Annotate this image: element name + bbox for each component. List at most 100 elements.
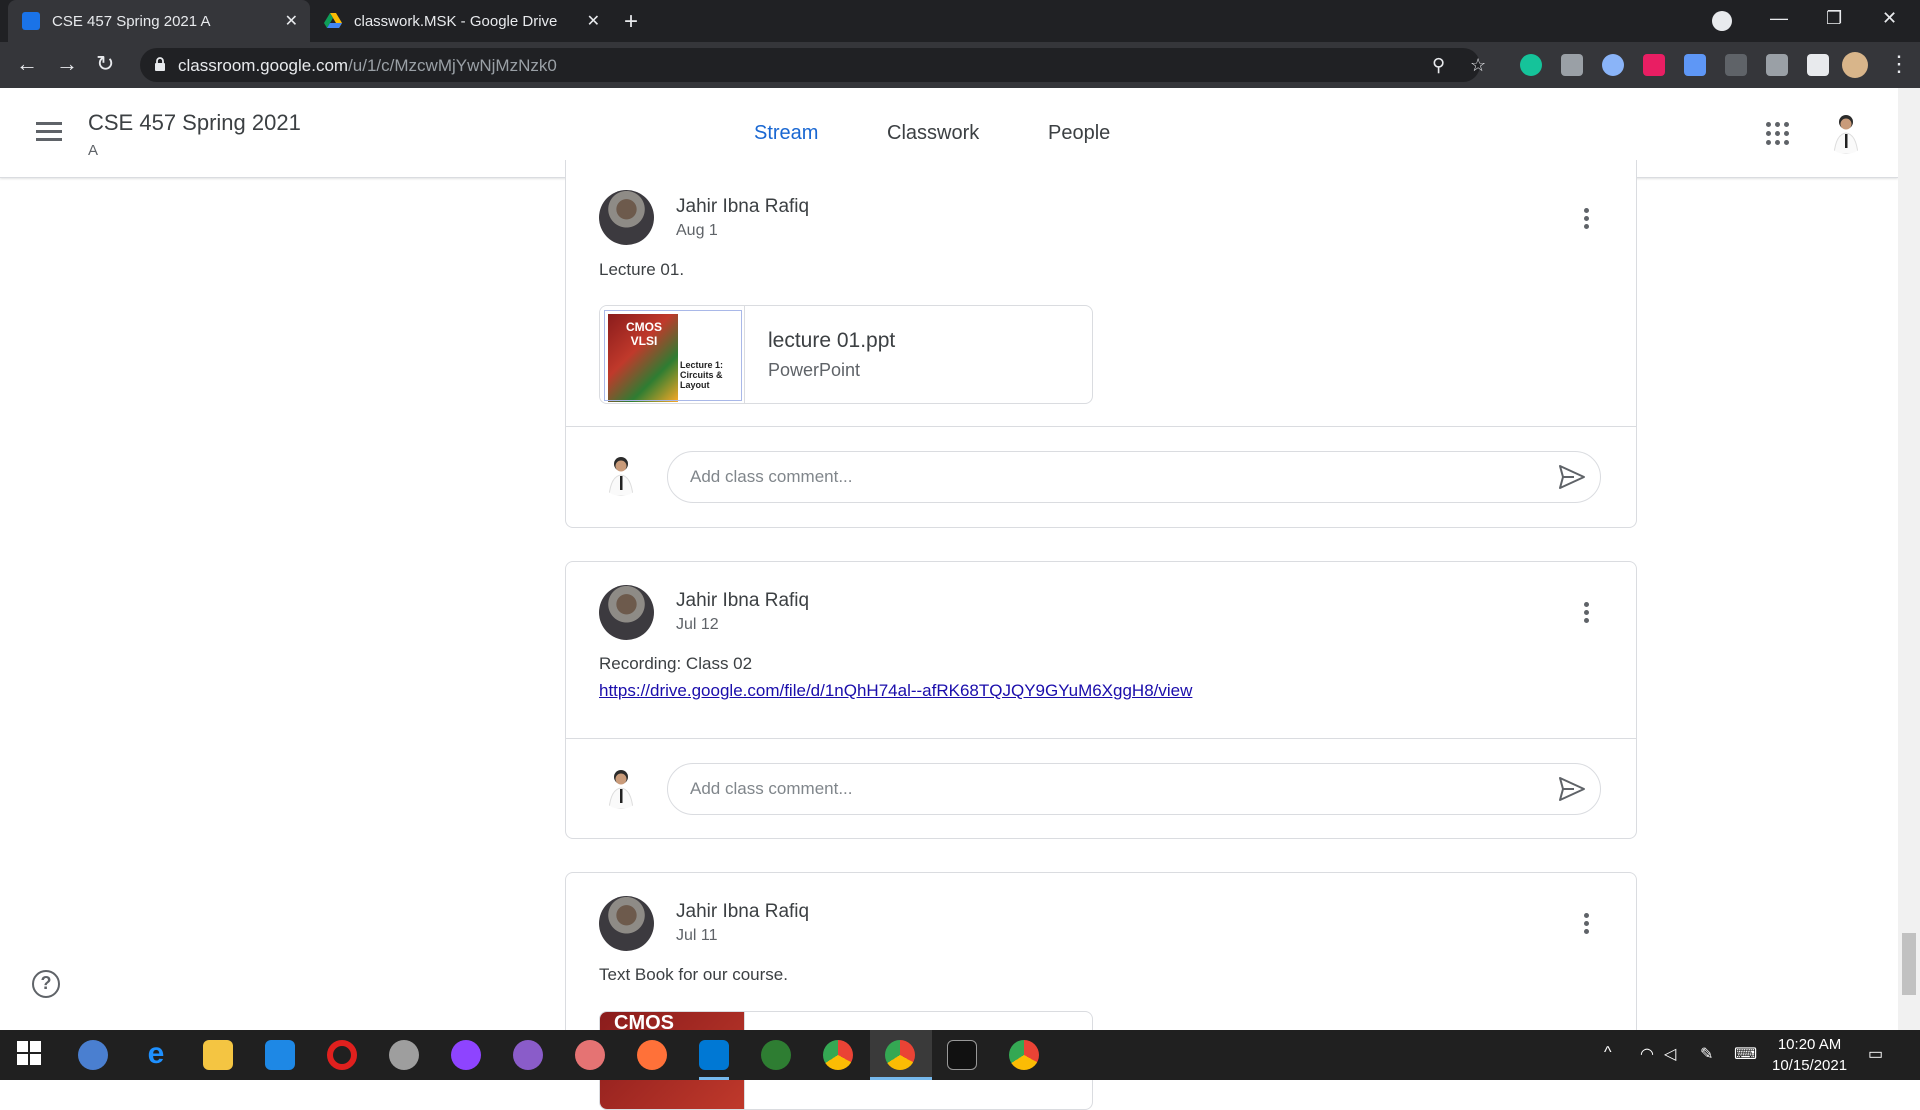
pen-icon[interactable]: ✎: [1700, 1044, 1713, 1064]
messenger-icon[interactable]: [451, 1040, 481, 1070]
zoom-icon[interactable]: ⚲: [1432, 55, 1445, 76]
close-tab-icon[interactable]: ✕: [285, 11, 298, 31]
commenter-avatar: [599, 765, 643, 809]
tab-title: classwork.MSK - Google Drive: [354, 12, 558, 30]
page-scrollbar[interactable]: [1898, 88, 1920, 1030]
terminal-icon[interactable]: [947, 1040, 977, 1070]
send-icon[interactable]: [1558, 776, 1586, 802]
screenshot-icon[interactable]: [1561, 54, 1583, 76]
windows-taskbar: e ^ ◠ ◁ ✎ ⌨ 10:20 AM 10/15/2021 ▭: [0, 1030, 1920, 1080]
download-extension-icon[interactable]: [1684, 54, 1706, 76]
url-host: classroom.google.com: [178, 56, 349, 75]
close-window-icon[interactable]: ✕: [1882, 8, 1897, 29]
extensions-puzzle-icon[interactable]: [1807, 54, 1829, 76]
chrome-icon[interactable]: [1009, 1040, 1039, 1070]
tab-stream[interactable]: Stream: [754, 122, 818, 145]
post-author: Jahir Ibna Rafiq: [676, 196, 810, 217]
clock-date: 10/15/2021: [1772, 1057, 1848, 1074]
post-link[interactable]: https://drive.google.com/file/d/1nQhH74a…: [599, 681, 1192, 701]
post-date: Jul 12: [676, 616, 719, 633]
volume-icon[interactable]: ◁: [1664, 1044, 1676, 1064]
more-options-icon[interactable]: [1584, 602, 1590, 626]
tab-people[interactable]: People: [1048, 122, 1110, 145]
windows-start-icon[interactable]: [16, 1040, 46, 1070]
post-author: Jahir Ibna Rafiq: [676, 590, 810, 611]
reload-icon[interactable]: ↻: [96, 53, 114, 75]
browser-menu-icon[interactable]: ⋮: [1888, 53, 1910, 75]
forward-icon[interactable]: →: [56, 53, 78, 75]
account-avatar[interactable]: [1824, 110, 1868, 154]
google-drive-icon: [324, 12, 342, 30]
post-author: Jahir Ibna Rafiq: [676, 901, 810, 922]
post-text: Recording: Class 02: [599, 654, 753, 673]
comment-placeholder: Add class comment...: [690, 779, 853, 798]
tab-classwork[interactable]: Classwork: [887, 122, 979, 145]
close-tab-icon[interactable]: ✕: [587, 11, 600, 31]
mail-icon[interactable]: [265, 1040, 295, 1070]
attachment-card[interactable]: CMOS VLSI Lecture 1: Circuits & Layout l…: [599, 305, 1093, 404]
back-icon[interactable]: ←: [16, 53, 38, 75]
address-bar[interactable]: classroom.google.com/u/1/c/MzcwMjYwNjMzN…: [140, 48, 1486, 82]
notifications-icon[interactable]: ▭: [1868, 1044, 1883, 1064]
keyboard-icon[interactable]: ⌨: [1734, 1044, 1757, 1064]
pen-extension-icon[interactable]: [1766, 54, 1788, 76]
thumb-frame: [604, 310, 742, 401]
app-icon[interactable]: [389, 1040, 419, 1070]
post-date: Aug 1: [676, 222, 718, 239]
author-avatar[interactable]: [599, 896, 654, 951]
tab-classroom[interactable]: CSE 457 Spring 2021 A ✕: [8, 0, 310, 42]
network-icon[interactable]: ◠: [1640, 1044, 1654, 1064]
restore-icon[interactable]: ❐: [1826, 8, 1842, 29]
help-icon[interactable]: ?: [32, 970, 60, 998]
course-title[interactable]: CSE 457 Spring 2021: [88, 110, 301, 136]
class-comment-input[interactable]: Add class comment...: [667, 451, 1601, 503]
chrome-icon[interactable]: [885, 1040, 915, 1070]
lock-icon: [155, 57, 165, 71]
tray-chevron-icon[interactable]: ^: [1604, 1044, 1612, 1062]
url-path: /u/1/c/MzcwMjYwNjMzNzk0: [348, 56, 557, 75]
new-tab-icon[interactable]: +: [624, 8, 638, 36]
qbittorrent-icon[interactable]: [78, 1040, 108, 1070]
author-avatar[interactable]: [599, 190, 654, 245]
app-icon[interactable]: [761, 1040, 791, 1070]
author-avatar[interactable]: [599, 585, 654, 640]
browser-toolbar: ← → ↻ classroom.google.com/u/1/c/MzcwMjY…: [0, 42, 1920, 88]
loop-extension-icon[interactable]: [1725, 54, 1747, 76]
post-card: Jahir Ibna Rafiq Jul 12 Recording: Class…: [565, 561, 1637, 839]
class-comment-input[interactable]: Add class comment...: [667, 763, 1601, 815]
edge-icon[interactable]: e: [141, 1039, 171, 1070]
extension-icon[interactable]: [1602, 54, 1624, 76]
minimize-icon[interactable]: —: [1770, 8, 1788, 29]
post-text: Lecture 01.: [599, 260, 685, 279]
scrollbar-thumb[interactable]: [1902, 933, 1916, 995]
post-card: Jahir Ibna Rafiq Aug 1 Lecture 01. CMOS …: [565, 160, 1637, 528]
play-extension-icon[interactable]: [1643, 54, 1665, 76]
profile-avatar-icon[interactable]: [1842, 52, 1868, 78]
github-icon[interactable]: [513, 1040, 543, 1070]
send-icon[interactable]: [1558, 464, 1586, 490]
bookmark-star-icon[interactable]: ☆: [1470, 55, 1486, 76]
divider: [566, 738, 1636, 739]
grammarly-icon[interactable]: [1520, 54, 1542, 76]
opera-icon[interactable]: [327, 1040, 357, 1070]
firefox-icon[interactable]: [637, 1040, 667, 1070]
chrome-icon[interactable]: [823, 1040, 853, 1070]
app-icon[interactable]: [575, 1040, 605, 1070]
browser-tabbar: CSE 457 Spring 2021 A ✕ classwork.MSK - …: [0, 0, 1920, 42]
more-options-icon[interactable]: [1584, 208, 1590, 232]
file-explorer-icon[interactable]: [203, 1040, 233, 1070]
attachment-title: lecture 01.ppt: [768, 329, 896, 352]
attachment-thumbnail: CMOS VLSI Lecture 1: Circuits & Layout: [600, 306, 745, 403]
system-clock[interactable]: 10:20 AM 10/15/2021: [1772, 1034, 1847, 1076]
url-text: classroom.google.com/u/1/c/MzcwMjYwNjMzN…: [178, 56, 557, 76]
main-menu-icon[interactable]: [36, 122, 62, 142]
post-card: Jahir Ibna Rafiq Jul 11 Text Book for ou…: [565, 872, 1637, 1110]
tab-search-icon[interactable]: [1712, 11, 1732, 31]
google-apps-icon[interactable]: [1766, 122, 1790, 146]
tab-drive[interactable]: classwork.MSK - Google Drive ✕: [310, 0, 612, 42]
comment-placeholder: Add class comment...: [690, 467, 853, 486]
vscode-icon[interactable]: [699, 1040, 729, 1070]
tab-title: CSE 457 Spring 2021 A: [52, 12, 211, 30]
more-options-icon[interactable]: [1584, 913, 1590, 937]
attachment-type: PowerPoint: [768, 360, 861, 380]
